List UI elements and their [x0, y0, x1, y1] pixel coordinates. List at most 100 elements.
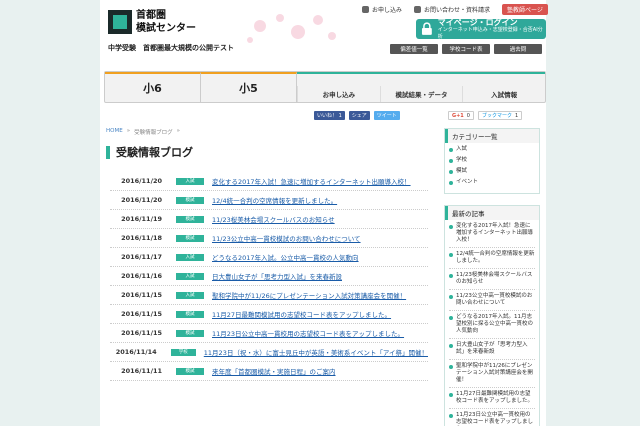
article-category-badge[interactable]: 入試 [176, 291, 204, 299]
logo-line1: 首都圏 [136, 10, 166, 21]
past-exams-tab[interactable]: 過去問 [494, 44, 542, 54]
article-date: 2016/11/19 [121, 215, 162, 223]
bullet-icon [449, 252, 453, 257]
utility-tabs: 偏差値一覧 学校コード表 過去問 [390, 44, 542, 54]
article-row: 2016/11/17 入試 どうなる2017年入試。公立中高一貫校の人気動向 [110, 248, 428, 267]
bullet-icon [449, 158, 453, 163]
category-item[interactable]: 学校 [449, 157, 535, 164]
category-item[interactable]: イベント [449, 179, 535, 186]
article-category-badge[interactable]: 模試 [176, 196, 204, 204]
recent-post-item[interactable]: 変化する2017年入試！急速に増加するインターネット出願導入校！ [449, 223, 535, 248]
logo-mark[interactable] [108, 10, 132, 34]
tagline: 中学受験 首都圏最大規模の公開テスト [108, 44, 234, 52]
recent-post-item-label: 12/4統一合判の空席情報を更新しました。 [456, 251, 535, 264]
bullet-icon [449, 343, 453, 348]
facebook-share-button[interactable]: シェア [348, 111, 370, 120]
recent-post-item[interactable]: 11/23公立中高一貫校模試のお問い合わせについて [449, 293, 535, 311]
page-title: 受験情報ブログ [106, 146, 193, 159]
article-row: 2016/11/11 模試 来年度「首都圏模試・実施日程」のご案内 [110, 362, 428, 381]
article-date: 2016/11/11 [121, 367, 162, 375]
bullet-icon [449, 147, 453, 152]
recent-post-item[interactable]: 日大豊山女子が「思考力型入試」を来春新設 [449, 342, 535, 360]
recent-post-item[interactable]: 11/23桜美林会場スクールバスのお知らせ [449, 272, 535, 290]
recent-post-item-label: 聖和学院中が11/26にプレゼンテーション入試対策講座会を開催！ [456, 363, 533, 383]
school-code-tab[interactable]: 学校コード表 [442, 44, 490, 54]
article-category-badge[interactable]: 学校 [170, 348, 196, 356]
contact-link[interactable]: お問い合わせ・資料請求 [414, 5, 490, 14]
article-row: 2016/11/14 学校 11月23日（祝・水）に富士見丘中が英語・美術系イベント… [110, 343, 428, 362]
article-category-badge[interactable]: 入試 [176, 272, 204, 280]
nav-exam-info[interactable]: 入試情報 [462, 86, 545, 102]
article-title-link[interactable]: 日大豊山女子が「思考力型入試」を来春新設 [212, 271, 342, 281]
mypage-login-button[interactable]: マイページ・ログイン インターネット申込み・志望校登録・合否AI分析 [416, 17, 546, 40]
article-category-badge[interactable]: 入試 [176, 177, 204, 185]
recent-post-item[interactable]: どうなる2017年入試。11月志望校別に探る公立中高一貫校の人気動向 [449, 314, 535, 339]
nav-results[interactable]: 模試結果・データ [379, 86, 463, 102]
bullet-icon [449, 413, 453, 418]
mail-icon [414, 6, 422, 13]
logo-text[interactable]: 首都圏 模試センター [136, 9, 216, 35]
article-row: 2016/11/20 模試 12/4統一合判の空席情報を更新しました。 [110, 191, 428, 210]
bullet-icon [449, 169, 453, 174]
recent-post-item[interactable]: 12/4統一合判の空席情報を更新しました。 [449, 251, 535, 269]
category-item[interactable]: 入試 [449, 146, 535, 153]
article-title-link[interactable]: 来年度「首都圏模試・実施日程」のご案内 [212, 366, 336, 376]
recent-post-item-label: 11/23桜美林会場スクールバスのお知らせ [456, 272, 533, 285]
category-heading: カテゴリー一覧 [445, 129, 539, 143]
recent-post-item[interactable]: 11月27日最難関模試用の志望校コード表をアップしました。 [449, 391, 535, 409]
facebook-like-button[interactable]: いいね！ 1 [314, 111, 345, 120]
article-category-badge[interactable]: 模試 [176, 367, 204, 375]
nav-grade-6[interactable]: 小6 [105, 72, 201, 102]
article-category-badge[interactable]: 模試 [176, 215, 204, 223]
article-category-badge[interactable]: 模試 [176, 234, 204, 242]
gplus-button[interactable]: G+1 0 [448, 111, 474, 120]
nav-grade-5[interactable]: 小5 [201, 72, 297, 102]
category-list: 入試学校模試イベント [445, 143, 539, 193]
article-title-link[interactable]: 11/23公立中高一貫校模試のお問い合わせについて [212, 233, 361, 243]
mypage-title: マイページ・ログイン [437, 17, 518, 27]
recent-post-item[interactable]: 11月23日公立中高一貫校用の志望校コード表をアップしました。 [449, 412, 535, 426]
category-item-label: 模試 [456, 168, 468, 174]
hatena-bookmark-button[interactable]: ブックマーク 1 [477, 111, 523, 120]
article-date: 2016/11/20 [121, 177, 162, 185]
nav-apply[interactable]: お申し込み [297, 86, 380, 102]
article-date: 2016/11/15 [121, 291, 162, 299]
article-title-link[interactable]: 聖和学院中が11/26にプレゼンテーション入試対策講座会を開催！ [212, 290, 406, 300]
article-title-link[interactable]: 変化する2017年入試！急速に増加するインターネット出願導入校！ [212, 176, 411, 186]
recent-post-item-label: 11月27日最難関模試用の志望校コード表をアップしました。 [456, 391, 534, 404]
article-date: 2016/11/16 [121, 272, 162, 280]
apply-link[interactable]: お申し込み [362, 5, 402, 14]
category-item[interactable]: 模試 [449, 168, 535, 175]
article-category-badge[interactable]: 入試 [176, 253, 204, 261]
bullet-icon [449, 273, 453, 278]
social-buttons: いいね！ 1 シェア ツイート [314, 111, 400, 120]
deviation-list-tab[interactable]: 偏差値一覧 [390, 44, 438, 54]
article-date: 2016/11/14 [115, 348, 157, 356]
breadcrumb-current: 受験情報ブログ [134, 130, 173, 136]
top-links: お申し込み お問い合わせ・資料請求 塾教師ページ [362, 4, 548, 15]
recent-post-item-label: 11月23日公立中高一貫校用の志望校コード表をアップしました。 [456, 412, 534, 425]
article-category-badge[interactable]: 模試 [176, 310, 204, 318]
recent-post-item[interactable]: 聖和学院中が11/26にプレゼンテーション入試対策講座会を開催！ [449, 363, 535, 388]
article-title-link[interactable]: どうなる2017年入試。公立中高一貫校の人気動向 [212, 252, 359, 262]
breadcrumb-home[interactable]: HOME [106, 128, 123, 136]
cherry-blossom-decoration [247, 14, 336, 43]
teacher-page-button[interactable]: 塾教師ページ [502, 4, 548, 15]
article-row: 2016/11/15 模試 11月27日最難関模試用の志望校コード表をアップしました… [110, 305, 428, 324]
article-title-link[interactable]: 11/23桜美林会場スクールバスのお知らせ [212, 214, 335, 224]
recent-heading: 最新の記事 [445, 206, 539, 220]
lock-icon [421, 22, 432, 35]
article-title-link[interactable]: 11月23日公立中高一貫校用の志望校コード表をアップしました。 [212, 328, 404, 338]
article-row: 2016/11/18 模試 11/23公立中高一貫校模試のお問い合わせについて [110, 229, 428, 248]
article-title-link[interactable]: 11月27日最難関模試用の志望校コード表をアップしました。 [212, 309, 391, 319]
bullet-icon [449, 315, 453, 320]
article-title-link[interactable]: 12/4統一合判の空席情報を更新しました。 [212, 195, 337, 205]
article-title-link[interactable]: 11月23日（祝・水）に富士見丘中が英語・美術系イベント「アイ祭」開催！ [204, 347, 428, 357]
recent-post-item-label: 変化する2017年入試！急速に増加するインターネット出願導入校！ [456, 223, 534, 243]
bullet-icon [449, 180, 453, 185]
article-category-badge[interactable]: 模試 [176, 329, 204, 337]
monitor-icon [362, 6, 369, 13]
category-item-label: イベント [456, 179, 479, 185]
tweet-button[interactable]: ツイート [373, 111, 400, 120]
category-item-label: 入試 [456, 146, 468, 152]
